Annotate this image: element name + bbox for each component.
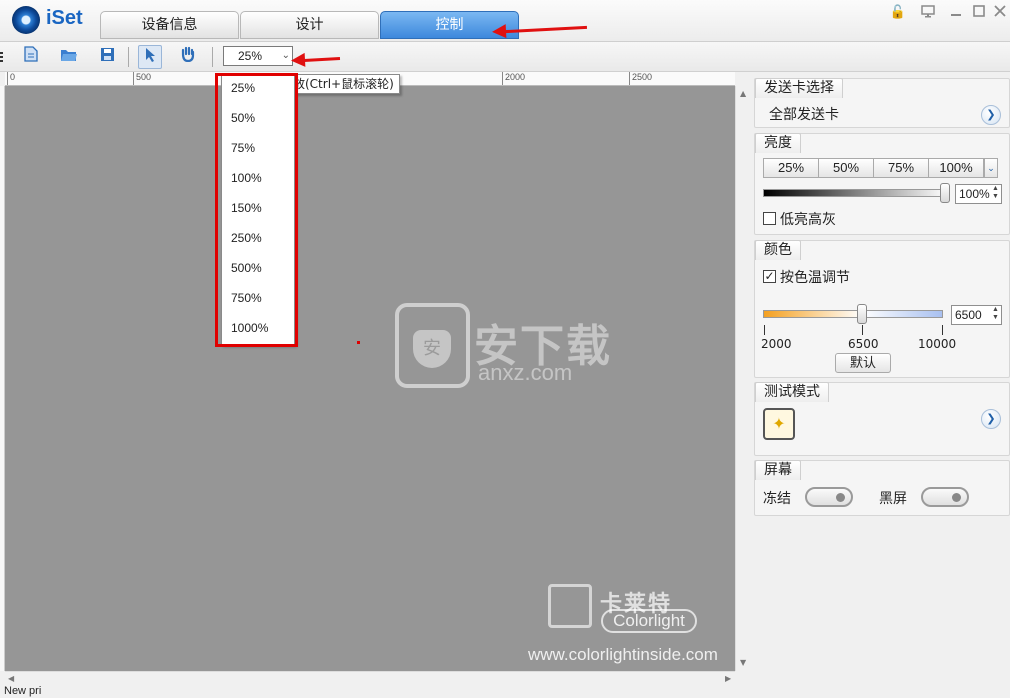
vertical-scrollbar[interactable]: ▲ ▼ xyxy=(735,86,751,671)
close-icon[interactable] xyxy=(990,4,1010,22)
chevron-right-icon[interactable]: ❯ xyxy=(981,409,1001,429)
ruler-label: 0 xyxy=(10,72,16,82)
scale-mid-label: 6500 xyxy=(848,337,879,351)
ruler-label: 2500 xyxy=(632,72,653,82)
lock-icon[interactable]: 🔓 xyxy=(888,4,908,22)
monitor-icon[interactable] xyxy=(918,4,938,22)
zoom-select[interactable]: 25% ⌄ xyxy=(223,46,293,66)
screen-title: 屏幕 xyxy=(755,460,801,480)
tab-design[interactable]: 设计 xyxy=(240,11,379,39)
shield-icon: 安 xyxy=(413,330,451,368)
zoom-tooltip: 放(Ctrl+鼠标滚轮) xyxy=(284,74,400,94)
watermark-colorlight-url: www.colorlightinside.com xyxy=(528,645,718,664)
sender-card-value: 全部发送卡 xyxy=(769,107,839,123)
brightness-group: 亮度 25% 50% 75% 100% ⌄ 100% ▲ ▼ 低亮高灰 xyxy=(754,133,1010,235)
scroll-right-icon[interactable]: ▶ xyxy=(725,674,731,683)
low-bright-gray-label: 低亮高灰 xyxy=(780,212,836,228)
sender-card-title: 发送卡选择 xyxy=(755,78,843,98)
freeze-label: 冻结 xyxy=(763,491,791,507)
brightness-title: 亮度 xyxy=(755,133,801,153)
brightness-preset-25[interactable]: 25% xyxy=(763,158,819,178)
color-temp-slider-thumb[interactable] xyxy=(857,304,867,324)
select-pointer-icon[interactable] xyxy=(138,45,162,69)
minimize-icon[interactable] xyxy=(946,4,966,22)
toolbar-separator xyxy=(212,47,213,67)
brightness-preset-100[interactable]: 100% xyxy=(928,158,984,178)
colorlight-logo-icon xyxy=(548,584,592,628)
black-screen-label: 黑屏 xyxy=(879,491,907,507)
black-screen-toggle[interactable] xyxy=(921,487,969,507)
screen-group: 屏幕 冻结 黑屏 xyxy=(754,460,1010,516)
tab-device-info[interactable]: 设备信息 xyxy=(100,11,239,39)
brightness-slider-thumb[interactable] xyxy=(940,183,950,203)
temp-adjust-label: 按色温调节 xyxy=(780,270,850,286)
brightness-preset-75[interactable]: 75% xyxy=(873,158,929,178)
brightness-value: 100% xyxy=(959,187,990,201)
color-temp-slider-track[interactable] xyxy=(763,310,943,318)
ruler-label: 2000 xyxy=(505,72,526,82)
open-folder-icon[interactable] xyxy=(57,45,81,69)
default-button[interactable]: 默认 xyxy=(835,353,891,373)
new-file-icon[interactable] xyxy=(19,45,43,69)
low-bright-gray-checkbox[interactable] xyxy=(763,212,776,225)
chevron-right-icon[interactable]: ❯ xyxy=(981,105,1001,125)
test-pattern-icon[interactable]: ✦ xyxy=(763,408,795,440)
ruler-label: 500 xyxy=(136,72,152,82)
spinner-arrows-icon[interactable]: ▲ ▼ xyxy=(991,185,1000,201)
design-canvas[interactable] xyxy=(5,86,735,671)
chevron-down-icon[interactable]: ⌄ xyxy=(984,158,998,178)
control-panel: 发送卡选择 全部发送卡 ❯ 亮度 25% 50% 75% 100% ⌄ 100%… xyxy=(752,72,1010,685)
spinner-arrows-icon[interactable]: ▲ ▼ xyxy=(991,306,1000,322)
temp-adjust-checkbox[interactable]: ✓ xyxy=(763,270,776,283)
scroll-left-icon[interactable]: ◀ xyxy=(8,674,14,683)
color-title: 颜色 xyxy=(755,240,801,260)
maximize-icon[interactable] xyxy=(969,4,989,22)
app-name: iSet xyxy=(46,7,83,29)
test-mode-title: 测试模式 xyxy=(755,382,829,402)
save-icon[interactable] xyxy=(95,45,119,69)
scroll-up-icon[interactable]: ▲ xyxy=(740,89,746,98)
brightness-slider-track[interactable] xyxy=(763,189,948,197)
scale-max-label: 10000 xyxy=(918,337,957,351)
watermark-colorlight-en: Colorlight xyxy=(601,609,697,633)
freeze-toggle[interactable] xyxy=(805,487,853,507)
color-group: 颜色 ✓ 按色温调节 6500 ▲ ▼ 2000 6500 10000 默认 xyxy=(754,240,1010,378)
watermark-anxz-url: anxz.com xyxy=(478,360,573,385)
annotation-highlight-box xyxy=(215,73,298,347)
scale-min-label: 2000 xyxy=(761,337,792,351)
zoom-select-value: 25% xyxy=(238,49,263,63)
chevron-down-icon: ⌄ xyxy=(281,50,290,61)
test-mode-group: 测试模式 ✦ ❯ xyxy=(754,382,1010,456)
brightness-value-spinner[interactable]: 100% ▲ ▼ xyxy=(955,184,1002,204)
app-logo-icon xyxy=(12,6,40,34)
menu-icon[interactable] xyxy=(0,45,6,69)
scroll-down-icon[interactable]: ▼ xyxy=(740,658,746,667)
canvas-marker xyxy=(357,341,360,344)
color-temp-value: 6500 xyxy=(955,308,982,322)
color-temp-spinner[interactable]: 6500 ▲ ▼ xyxy=(951,305,1002,325)
hand-pan-icon[interactable] xyxy=(176,45,200,69)
horizontal-scrollbar[interactable]: ◀ ▶ xyxy=(5,671,735,685)
scale-tick xyxy=(862,325,863,335)
toolbar-separator xyxy=(128,47,129,67)
status-bar: New pri xyxy=(0,685,1010,698)
toolbar: 25% ⌄ xyxy=(0,42,1010,72)
brightness-preset-50[interactable]: 50% xyxy=(818,158,874,178)
sender-card-group: 发送卡选择 全部发送卡 ❯ xyxy=(754,78,1010,128)
scale-tick xyxy=(942,325,943,335)
scale-tick xyxy=(764,325,765,335)
